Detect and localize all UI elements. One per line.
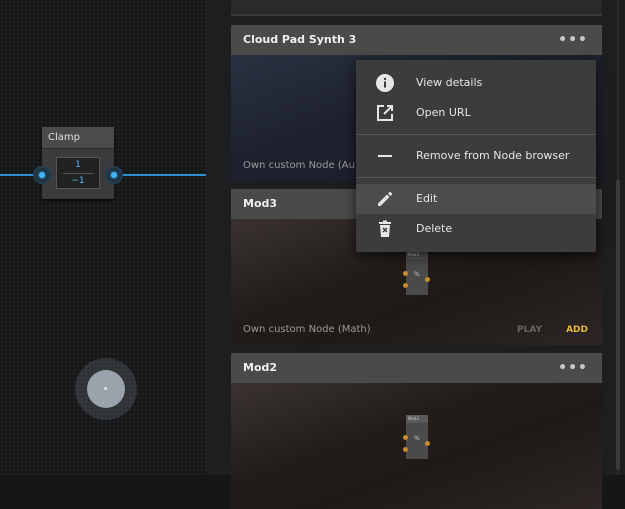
scrollbar-thumb[interactable] (616, 180, 620, 470)
joystick-knob[interactable] (87, 370, 125, 408)
mini-node-title: Mod3 (406, 251, 428, 259)
menu-item-open-url[interactable]: Open URL (356, 98, 596, 128)
more-options-icon[interactable]: ••• (558, 353, 588, 383)
menu-divider (356, 177, 596, 178)
clamp-max-value: 1 (75, 160, 81, 170)
play-button[interactable]: PLAY (517, 325, 542, 335)
clamp-output-port[interactable] (105, 166, 123, 184)
menu-item-label: Open URL (416, 106, 471, 119)
card-header: Mod2 ••• (231, 353, 602, 383)
mini-port (403, 283, 408, 288)
card-subtitle: Own custom Node (Math) (243, 324, 371, 335)
mini-port (403, 271, 408, 276)
trash-icon (376, 220, 394, 238)
joystick-control[interactable] (75, 358, 137, 420)
mini-node-preview: Mod3 % (406, 251, 428, 295)
clamp-min-value: −1 (71, 176, 85, 186)
clamp-node-title: Clamp (42, 127, 114, 149)
card-title: Mod2 (243, 361, 278, 374)
menu-item-label: View details (416, 76, 483, 89)
add-button[interactable]: ADD (566, 325, 588, 335)
mini-node-preview: Mod2 % (406, 415, 428, 459)
info-icon (376, 74, 394, 92)
mini-port (403, 447, 408, 452)
clamp-node[interactable]: Clamp 1 −1 (42, 127, 114, 199)
menu-divider (356, 134, 596, 135)
open-external-icon (376, 104, 394, 122)
previous-card-edge (231, 0, 602, 16)
mini-port (403, 435, 408, 440)
card-preview: Mod2 % (231, 383, 602, 509)
card-header: Cloud Pad Synth 3 ••• (231, 25, 602, 55)
more-options-icon[interactable]: ••• (558, 25, 588, 55)
output-wire (116, 174, 206, 176)
pencil-icon (376, 190, 394, 208)
mini-port (425, 277, 430, 282)
clamp-input-port[interactable] (33, 166, 51, 184)
card-subtitle: Own custom Node (Au (243, 160, 355, 171)
card-title: Cloud Pad Synth 3 (243, 33, 357, 46)
card-title: Mod3 (243, 197, 278, 210)
mini-node-title: Mod2 (406, 415, 428, 423)
menu-item-label: Remove from Node browser (416, 149, 570, 162)
node-canvas[interactable]: Clamp 1 −1 (0, 0, 206, 475)
menu-item-view-details[interactable]: View details (356, 68, 596, 98)
clamp-range-display: 1 −1 (56, 157, 100, 189)
joystick-center-dot (104, 387, 107, 390)
menu-item-remove-from-node-browser[interactable]: Remove from Node browser (356, 141, 596, 171)
menu-item-label: Delete (416, 222, 453, 235)
node-card-mod2[interactable]: Mod2 ••• Mod2 % (231, 353, 602, 509)
menu-item-edit[interactable]: Edit (356, 184, 596, 214)
menu-item-label: Edit (416, 192, 438, 205)
card-context-menu: View details Open URL Remove from Node b… (356, 60, 596, 252)
mini-port (425, 441, 430, 446)
menu-item-delete[interactable]: Delete (356, 214, 596, 244)
minus-icon (376, 147, 394, 165)
